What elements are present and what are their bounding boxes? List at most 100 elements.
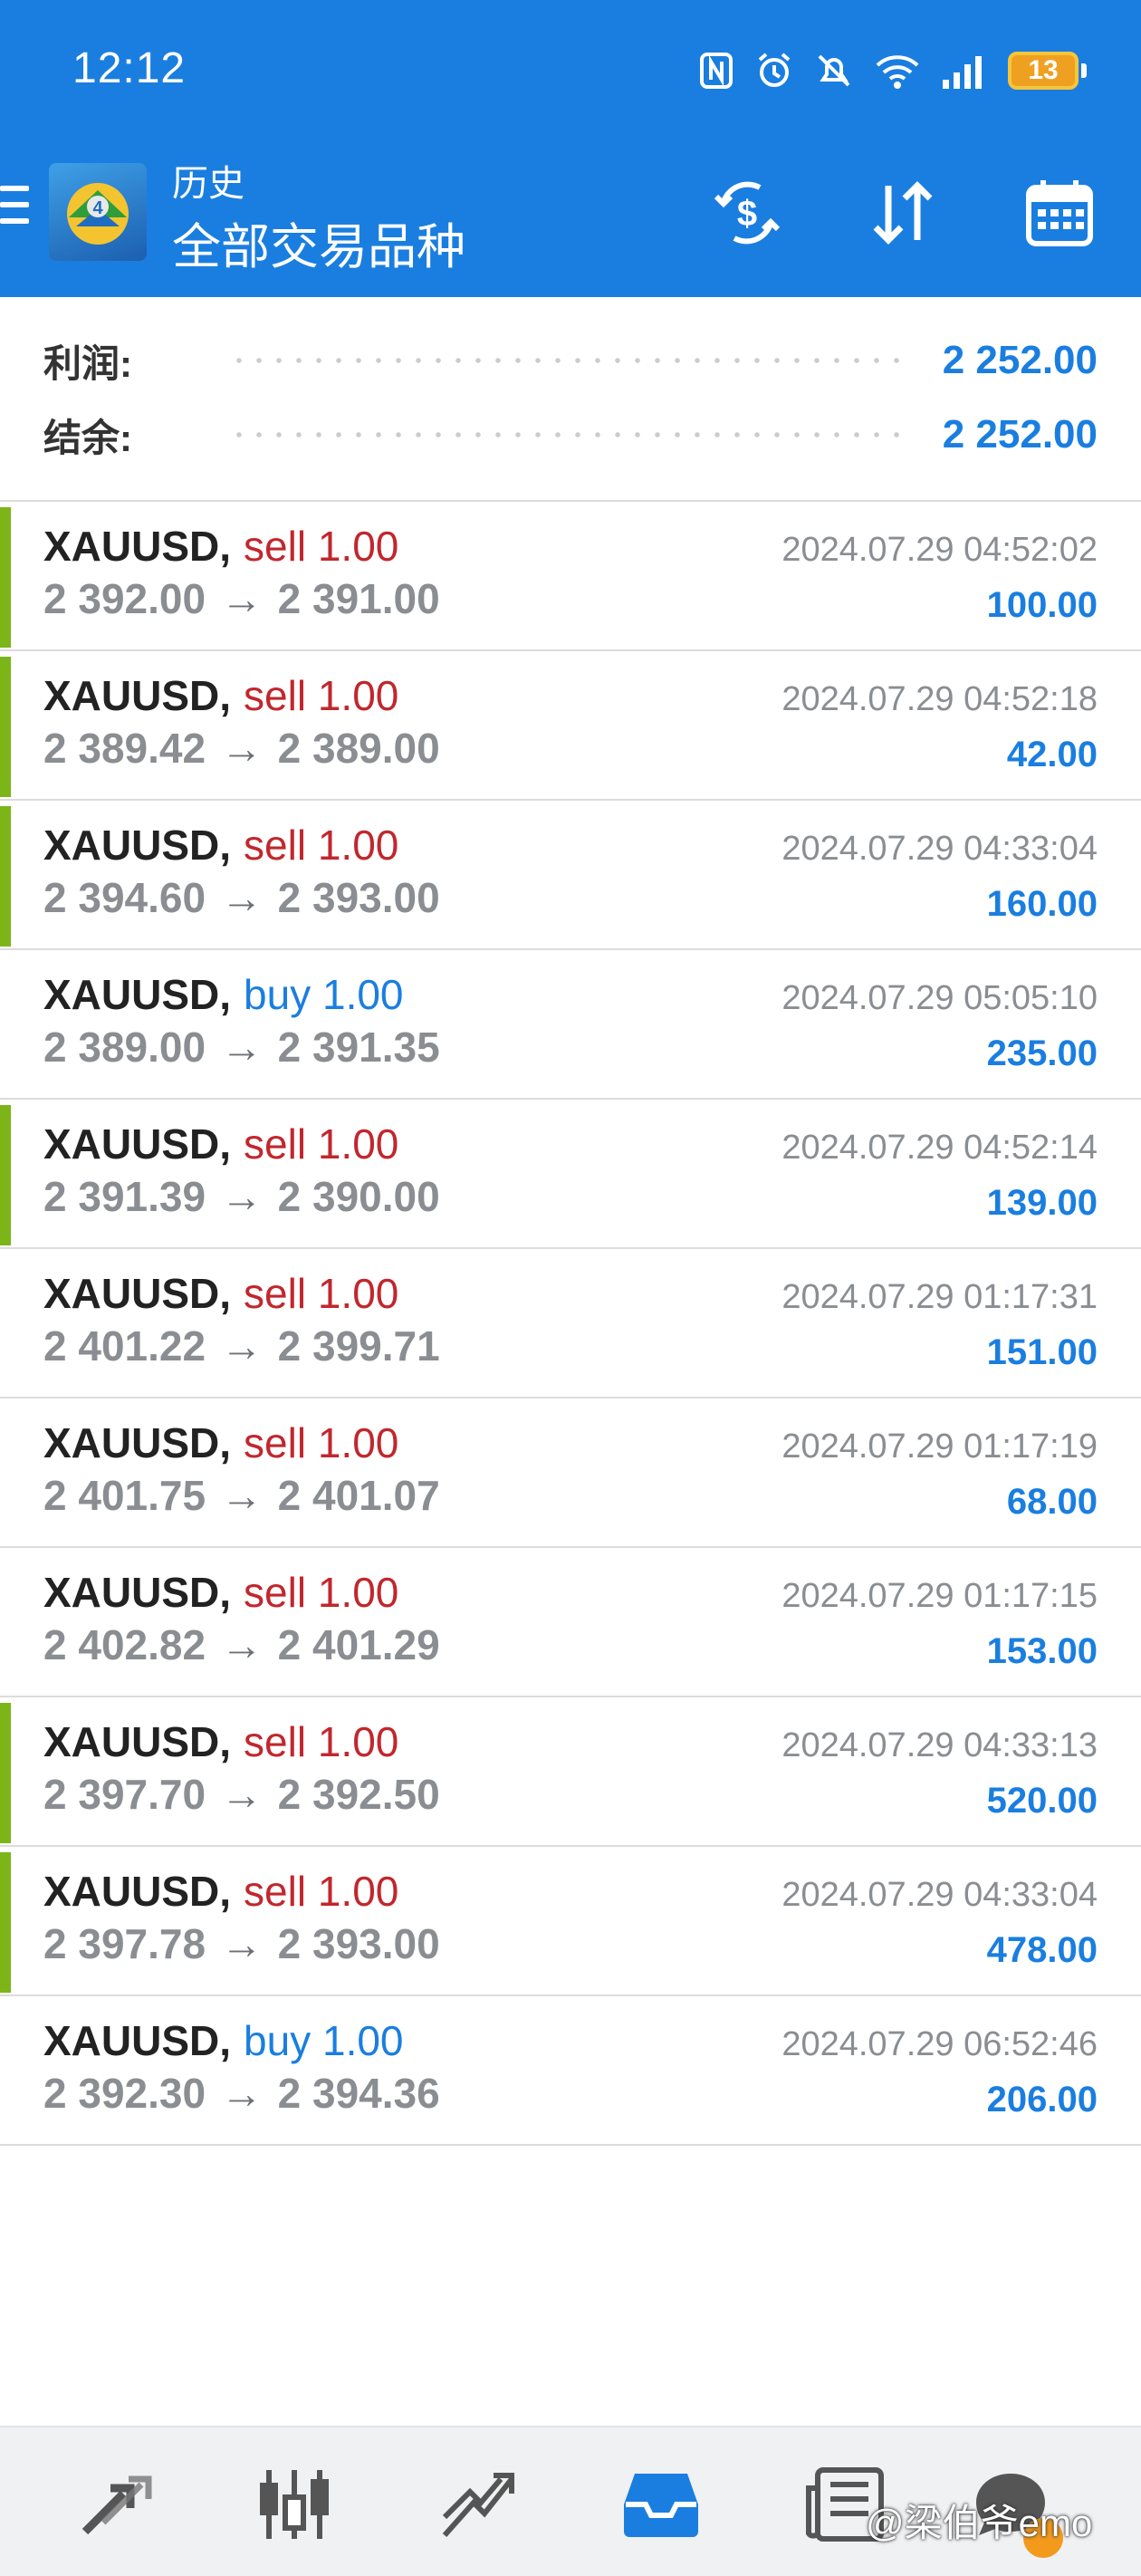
- arrow-right-icon: →: [220, 1920, 263, 1967]
- separator: ,: [219, 672, 232, 719]
- trade-title: XAUUSD, sell 1.00: [43, 1568, 398, 1617]
- quotes-arrows-icon: [82, 2475, 152, 2535]
- trade-profit: 160.00: [986, 884, 1098, 924]
- close-price: 2 391.00: [277, 575, 440, 622]
- trade-row[interactable]: XAUUSD, sell 1.00 2 401.75 → 2 401.07 2024.…: [0, 1399, 1141, 1548]
- trade-volume: 1.00: [317, 1419, 399, 1466]
- separator: ,: [219, 523, 232, 570]
- open-price: 2 402.82: [43, 1621, 206, 1668]
- balance-value: 2 252.00: [942, 412, 1098, 457]
- status-icons: 13: [698, 45, 1087, 96]
- currency-toggle-button[interactable]: $: [706, 172, 788, 254]
- trade-profit: 153.00: [986, 1631, 1098, 1671]
- trade-volume: 1.00: [317, 672, 399, 719]
- trade-time: 2024.07.29 04:33:04: [781, 1876, 1098, 1914]
- trade-chart-icon: [442, 2473, 514, 2537]
- trade-row[interactable]: XAUUSD, sell 1.00 2 397.70 → 2 392.50 2024.…: [0, 1697, 1141, 1847]
- svg-text:$: $: [737, 194, 757, 234]
- trade-side: sell: [244, 1569, 307, 1616]
- close-price: 2 401.29: [277, 1621, 440, 1668]
- trade-prices: 2 391.39 → 2 390.00: [43, 1172, 440, 1221]
- balance-row: 结余: 2 252.00: [43, 408, 1098, 462]
- dotted-leader: [229, 430, 906, 439]
- trade-side: sell: [244, 523, 307, 570]
- trade-title: XAUUSD, sell 1.00: [43, 671, 398, 720]
- trade-profit: 151.00: [986, 1332, 1098, 1372]
- trade-side: sell: [244, 822, 307, 869]
- profit-accent-bar: [0, 507, 11, 648]
- trade-time: 2024.07.29 04:52:02: [781, 531, 1098, 569]
- trade-prices: 2 397.70 → 2 392.50: [43, 1770, 440, 1819]
- trade-row[interactable]: XAUUSD, sell 1.00 2 401.22 → 2 399.71 2024.…: [0, 1249, 1141, 1399]
- trade-row[interactable]: XAUUSD, sell 1.00 2 392.00 → 2 391.00 2024.…: [0, 502, 1141, 651]
- trade-side: sell: [244, 672, 307, 719]
- separator: ,: [219, 1569, 232, 1616]
- nav-trade[interactable]: [435, 2464, 522, 2545]
- close-price: 2 391.35: [277, 1024, 440, 1071]
- trade-row[interactable]: XAUUSD, sell 1.00 2 402.82 → 2 401.29 2024.…: [0, 1548, 1141, 1697]
- separator: ,: [219, 1419, 232, 1466]
- trade-row[interactable]: XAUUSD, sell 1.00 2 394.60 → 2 393.00 2024.…: [0, 801, 1141, 950]
- mute-bell-icon: [818, 54, 850, 87]
- header-subtitle: 历史: [172, 164, 244, 204]
- open-price: 2 389.42: [43, 725, 206, 772]
- trade-side: sell: [244, 1868, 307, 1915]
- alarm-icon: [758, 53, 791, 87]
- open-price: 2 389.00: [43, 1024, 206, 1071]
- trade-prices: 2 402.82 → 2 401.29: [43, 1620, 440, 1669]
- trade-title: XAUUSD, sell 1.00: [43, 1418, 398, 1467]
- close-price: 2 390.00: [277, 1173, 440, 1220]
- nav-history[interactable]: [618, 2464, 705, 2545]
- menu-button[interactable]: [0, 186, 29, 240]
- close-price: 2 392.50: [277, 1771, 440, 1818]
- arrow-right-icon: →: [220, 1024, 263, 1071]
- trade-symbol: XAUUSD: [43, 971, 220, 1018]
- app-header: 12:12 13 4 历史 全部交易品种 $: [0, 0, 1141, 297]
- open-price: 2 397.70: [43, 1771, 206, 1818]
- open-price: 2 394.60: [43, 874, 206, 921]
- trade-profit: 42.00: [1006, 735, 1098, 774]
- nfc-icon: [700, 53, 733, 89]
- nav-quotes[interactable]: [72, 2464, 159, 2545]
- trade-prices: 2 394.60 → 2 393.00: [43, 873, 440, 922]
- trade-prices: 2 389.42 → 2 389.00: [43, 724, 440, 773]
- trade-side: sell: [244, 1120, 307, 1168]
- header-title[interactable]: 全部交易品种: [172, 207, 465, 278]
- trade-time: 2024.07.29 01:17:31: [781, 1278, 1098, 1316]
- arrow-right-icon: →: [220, 2070, 263, 2117]
- trade-row[interactable]: XAUUSD, sell 1.00 2 397.78 → 2 393.00 2024.…: [0, 1847, 1141, 1996]
- trade-row[interactable]: XAUUSD, buy 1.00 2 389.00 → 2 391.35 2024.0…: [0, 950, 1141, 1100]
- trade-row[interactable]: XAUUSD, sell 1.00 2 389.42 → 2 389.00 2024.…: [0, 651, 1141, 801]
- trade-side: sell: [244, 1419, 307, 1466]
- trade-volume: 1.00: [317, 1718, 399, 1765]
- trade-symbol: XAUUSD: [43, 1718, 220, 1765]
- open-price: 2 392.30: [43, 2070, 206, 2117]
- close-price: 2 399.71: [277, 1322, 440, 1370]
- history-inbox-icon: [624, 2474, 698, 2537]
- separator: ,: [219, 1120, 232, 1168]
- trade-volume: 1.00: [317, 1270, 399, 1317]
- trade-prices: 2 401.22 → 2 399.71: [43, 1322, 440, 1370]
- trade-side: buy: [244, 2017, 312, 2064]
- trade-row[interactable]: XAUUSD, buy 1.00 2 392.30 → 2 394.36 2024.0…: [0, 1996, 1141, 2146]
- trade-row[interactable]: XAUUSD, sell 1.00 2 391.39 → 2 390.00 2024.…: [0, 1100, 1141, 1249]
- trade-time: 2024.07.29 05:05:10: [781, 979, 1098, 1017]
- trade-profit: 139.00: [986, 1183, 1098, 1223]
- trade-title: XAUUSD, sell 1.00: [43, 1717, 398, 1766]
- trade-profit: 478.00: [986, 1930, 1098, 1970]
- calendar-button[interactable]: [1019, 172, 1100, 254]
- profit-row: 利润: 2 252.00: [43, 333, 1098, 388]
- status-time: 12:12: [72, 44, 187, 92]
- arrow-right-icon: →: [220, 1322, 263, 1370]
- signal-icon: [943, 56, 982, 89]
- trade-title: XAUUSD, buy 1.00: [43, 2016, 404, 2065]
- trade-volume: 1.00: [317, 1569, 399, 1616]
- trade-title: XAUUSD, sell 1.00: [43, 821, 398, 870]
- trade-profit: 206.00: [986, 2080, 1098, 2119]
- open-price: 2 397.78: [43, 1920, 206, 1967]
- arrow-right-icon: →: [220, 874, 263, 921]
- trade-volume: 1.00: [321, 971, 404, 1018]
- sort-button[interactable]: [862, 172, 944, 254]
- nav-chart[interactable]: [252, 2464, 339, 2545]
- trade-title: XAUUSD, sell 1.00: [43, 1120, 398, 1168]
